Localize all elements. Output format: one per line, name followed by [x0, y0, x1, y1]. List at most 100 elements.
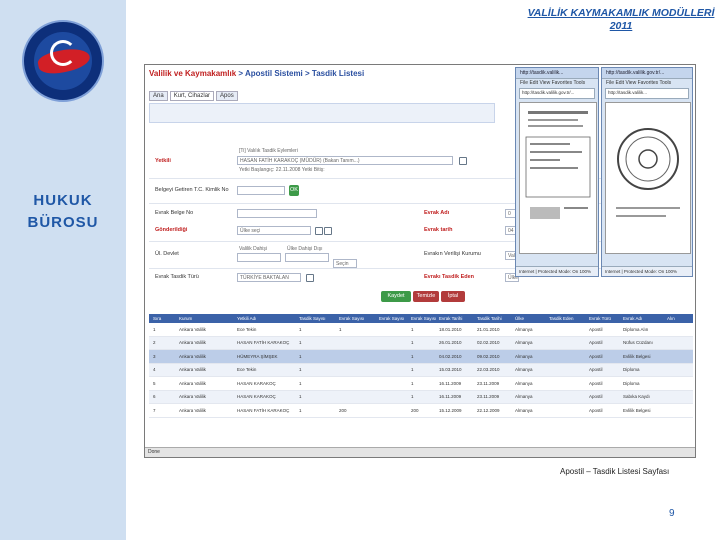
- col-ulke[interactable]: Ülke: [515, 316, 549, 321]
- table-cell: 1: [411, 326, 414, 332]
- table-cell: 09.02.2010: [477, 353, 500, 359]
- table-cell: 16.11.2009: [439, 394, 462, 400]
- table-cell: 1: [299, 340, 302, 346]
- ok-button[interactable]: OK: [289, 185, 299, 196]
- tab-bar: Ana Kurt, Cihazlar Apos: [149, 91, 238, 101]
- col-evrak-sayisi-3[interactable]: Evrak Sayısı: [411, 316, 439, 321]
- popup-right-menu[interactable]: File Edit View Favorites Tools: [602, 79, 692, 87]
- slide-title: VALİLİK KAYMAKAMLIK MODÜLLERİ 2011: [527, 7, 715, 32]
- table-cell: HASAN FATİH KARAKOÇ: [237, 407, 290, 413]
- edit-icon[interactable]: [459, 157, 467, 165]
- col-tasdik-eden[interactable]: Tasdik Eden: [549, 316, 589, 321]
- table-row[interactable]: 3 Ankara Valilik HÜMEYRA ŞİMŞEK 1 1 04.02.201…: [149, 350, 693, 364]
- label-evrak-tarih: Evrak tarih: [424, 227, 453, 233]
- breadcrumb-home[interactable]: Valilik ve Kaymakamlık: [149, 69, 236, 78]
- label-tckn: Belgeyi Getiren T.C. Kimlik No: [155, 187, 229, 193]
- col-alin[interactable]: Alın: [667, 316, 687, 321]
- table-row[interactable]: 5 Ankara Valilik HASAN KARAKOÇ 1 1 16.11.2009…: [149, 377, 693, 391]
- stamp-image: [616, 128, 680, 217]
- table-cell: 4: [153, 367, 156, 373]
- table-cell: 22.12.2009: [477, 407, 500, 413]
- table-cell: Diploma: [623, 380, 640, 386]
- table-cell: Almanya: [515, 394, 533, 400]
- table-cell: Apostil: [589, 367, 603, 373]
- col-tasdik-tarihi[interactable]: Tasdik Tarihi: [477, 316, 515, 321]
- ulke-select[interactable]: Seçin: [333, 259, 357, 268]
- table-cell: Diploma Alın: [623, 326, 649, 332]
- col-tasdik-sayisi[interactable]: Tasdik Sayısı: [299, 316, 339, 321]
- table-cell: 1: [299, 407, 302, 413]
- popup-left-menu[interactable]: File Edit View Favorites Tools: [516, 79, 598, 87]
- label-tasdik-tarihi: Evrak Tasdik Türü: [155, 274, 199, 280]
- cancel-button[interactable]: İptal: [441, 291, 465, 302]
- table-cell: 1: [299, 353, 302, 359]
- table-row[interactable]: 1 Ankara Valilik Ece Tekin 1 1 1 18.01.2010 21.…: [149, 323, 693, 337]
- col-evrak-tarihi[interactable]: Evrak Tarihi: [439, 316, 477, 321]
- table-cell: HÜMEYRA ŞİMŞEK: [237, 353, 278, 359]
- tckn-input[interactable]: [237, 186, 285, 195]
- table-cell: 1: [299, 326, 302, 332]
- logo-crescent-icon: [50, 40, 76, 66]
- ulke-input-2[interactable]: [285, 253, 329, 262]
- table-row[interactable]: 4 Ankara Valilik Ece Tekin 1 1 15.03.2010 22.0…: [149, 363, 693, 377]
- tab-apostil[interactable]: Apos: [216, 91, 238, 101]
- table-cell: Ankara Valilik: [179, 340, 206, 346]
- table-cell: Ankara Valilik: [179, 380, 206, 386]
- table-cell: Ankara Valilik: [179, 353, 206, 359]
- col-sira[interactable]: Sıra: [149, 316, 179, 321]
- col-kurum[interactable]: Kurum: [179, 316, 237, 321]
- yetkili-header: [Ti] Valılık Tasdik Eylemleri: [239, 148, 298, 154]
- col-evrak-sayisi[interactable]: Evrak Sayısı: [339, 316, 379, 321]
- gonderildigi-select[interactable]: Ülke seçi: [237, 226, 311, 235]
- col-evrak-sayisi-2[interactable]: Evrak Sayısı: [379, 316, 411, 321]
- table-cell: Apostil: [589, 326, 603, 332]
- table-cell: Ankara Valilik: [179, 326, 206, 332]
- table-cell: 18.01.2010: [439, 326, 462, 332]
- ulke-input-1[interactable]: [237, 253, 281, 262]
- table-cell: 7: [153, 407, 156, 413]
- col-evrak-adi[interactable]: Evrak Adı: [623, 316, 667, 321]
- label-evrak-adi: Evrak Adı: [424, 210, 450, 216]
- add-icon[interactable]: [315, 227, 323, 235]
- save-button[interactable]: Kaydet: [381, 291, 411, 302]
- tab-ana[interactable]: Ana: [149, 91, 168, 101]
- table-cell: 5: [153, 380, 156, 386]
- label-onay-kurum: Evrakın Verilişi Kurumu: [424, 251, 481, 257]
- table-cell: Ankara Valilik: [179, 367, 206, 373]
- col-yetkili[interactable]: Yetkili Adı: [237, 316, 299, 321]
- table-cell: 1: [411, 340, 414, 346]
- breadcrumb-path: > Apostil Sistemi > Tasdik Listesi: [236, 69, 365, 78]
- table-cell: Apostil: [589, 353, 603, 359]
- popup-window-left[interactable]: http://tasdik.valilik... File Edit View …: [515, 67, 599, 277]
- table-cell: 16.11.2009: [439, 380, 462, 386]
- table-cell: 26.01.2010: [439, 340, 462, 346]
- table-cell: 15.12.2009: [439, 407, 462, 413]
- label-tasdik-eden: Evrakı Tasdik Eden: [424, 274, 475, 280]
- tab-cihazlar[interactable]: Kurt, Cihazlar: [169, 91, 215, 101]
- col-evrak-turu[interactable]: Evrak Türü: [589, 316, 623, 321]
- table-row[interactable]: 7 Ankara Valilik HASAN FATİH KARAKOÇ 1 200 20…: [149, 404, 693, 418]
- table-cell: Almanya: [515, 326, 533, 332]
- table-cell: 1: [299, 394, 302, 400]
- popup-window-right[interactable]: http://tasdik.valilik.gov.tr/... File Ed…: [601, 67, 693, 277]
- belge-no-input[interactable]: [237, 209, 317, 218]
- form-row-tckn: Belgeyi Getiren T.C. Kimlik No OK: [149, 185, 349, 197]
- table-cell: 04.02.2010: [439, 353, 462, 359]
- edit-icon[interactable]: [324, 227, 332, 235]
- clear-button[interactable]: Temizle: [413, 291, 439, 302]
- table-cell: 1: [299, 380, 302, 386]
- table-row[interactable]: 2 Ankara Valilik HASAN FATİH KARAKOÇ 1 1 26.0…: [149, 336, 693, 350]
- popup-right-address[interactable]: http://tasdik.valilik...: [605, 88, 689, 99]
- table-cell: Ece Tekin: [237, 326, 257, 332]
- table-cell: 02.02.2010: [477, 340, 500, 346]
- yetkili-select[interactable]: HASAN FATİH KARAKOÇ (MÜDÜR) (Bakan Tanım…: [237, 156, 453, 165]
- scanned-document: [519, 102, 597, 254]
- table-cell: HASAN KARAKOÇ: [237, 394, 276, 400]
- edit-icon[interactable]: [306, 274, 314, 282]
- table-cell: 200: [411, 407, 419, 413]
- table-cell: 1: [339, 326, 342, 332]
- popup-left-address[interactable]: http://tasdik.valilik.gov.tr/...: [519, 88, 595, 99]
- table-row[interactable]: 6 Ankara Valilik HASAN KARAKOÇ 1 1 16.11.2009…: [149, 390, 693, 404]
- table-cell: Evlilik Belgesi: [623, 407, 651, 413]
- tasdik-eden-input[interactable]: TÜRKİYE BAKTALAN: [237, 273, 301, 282]
